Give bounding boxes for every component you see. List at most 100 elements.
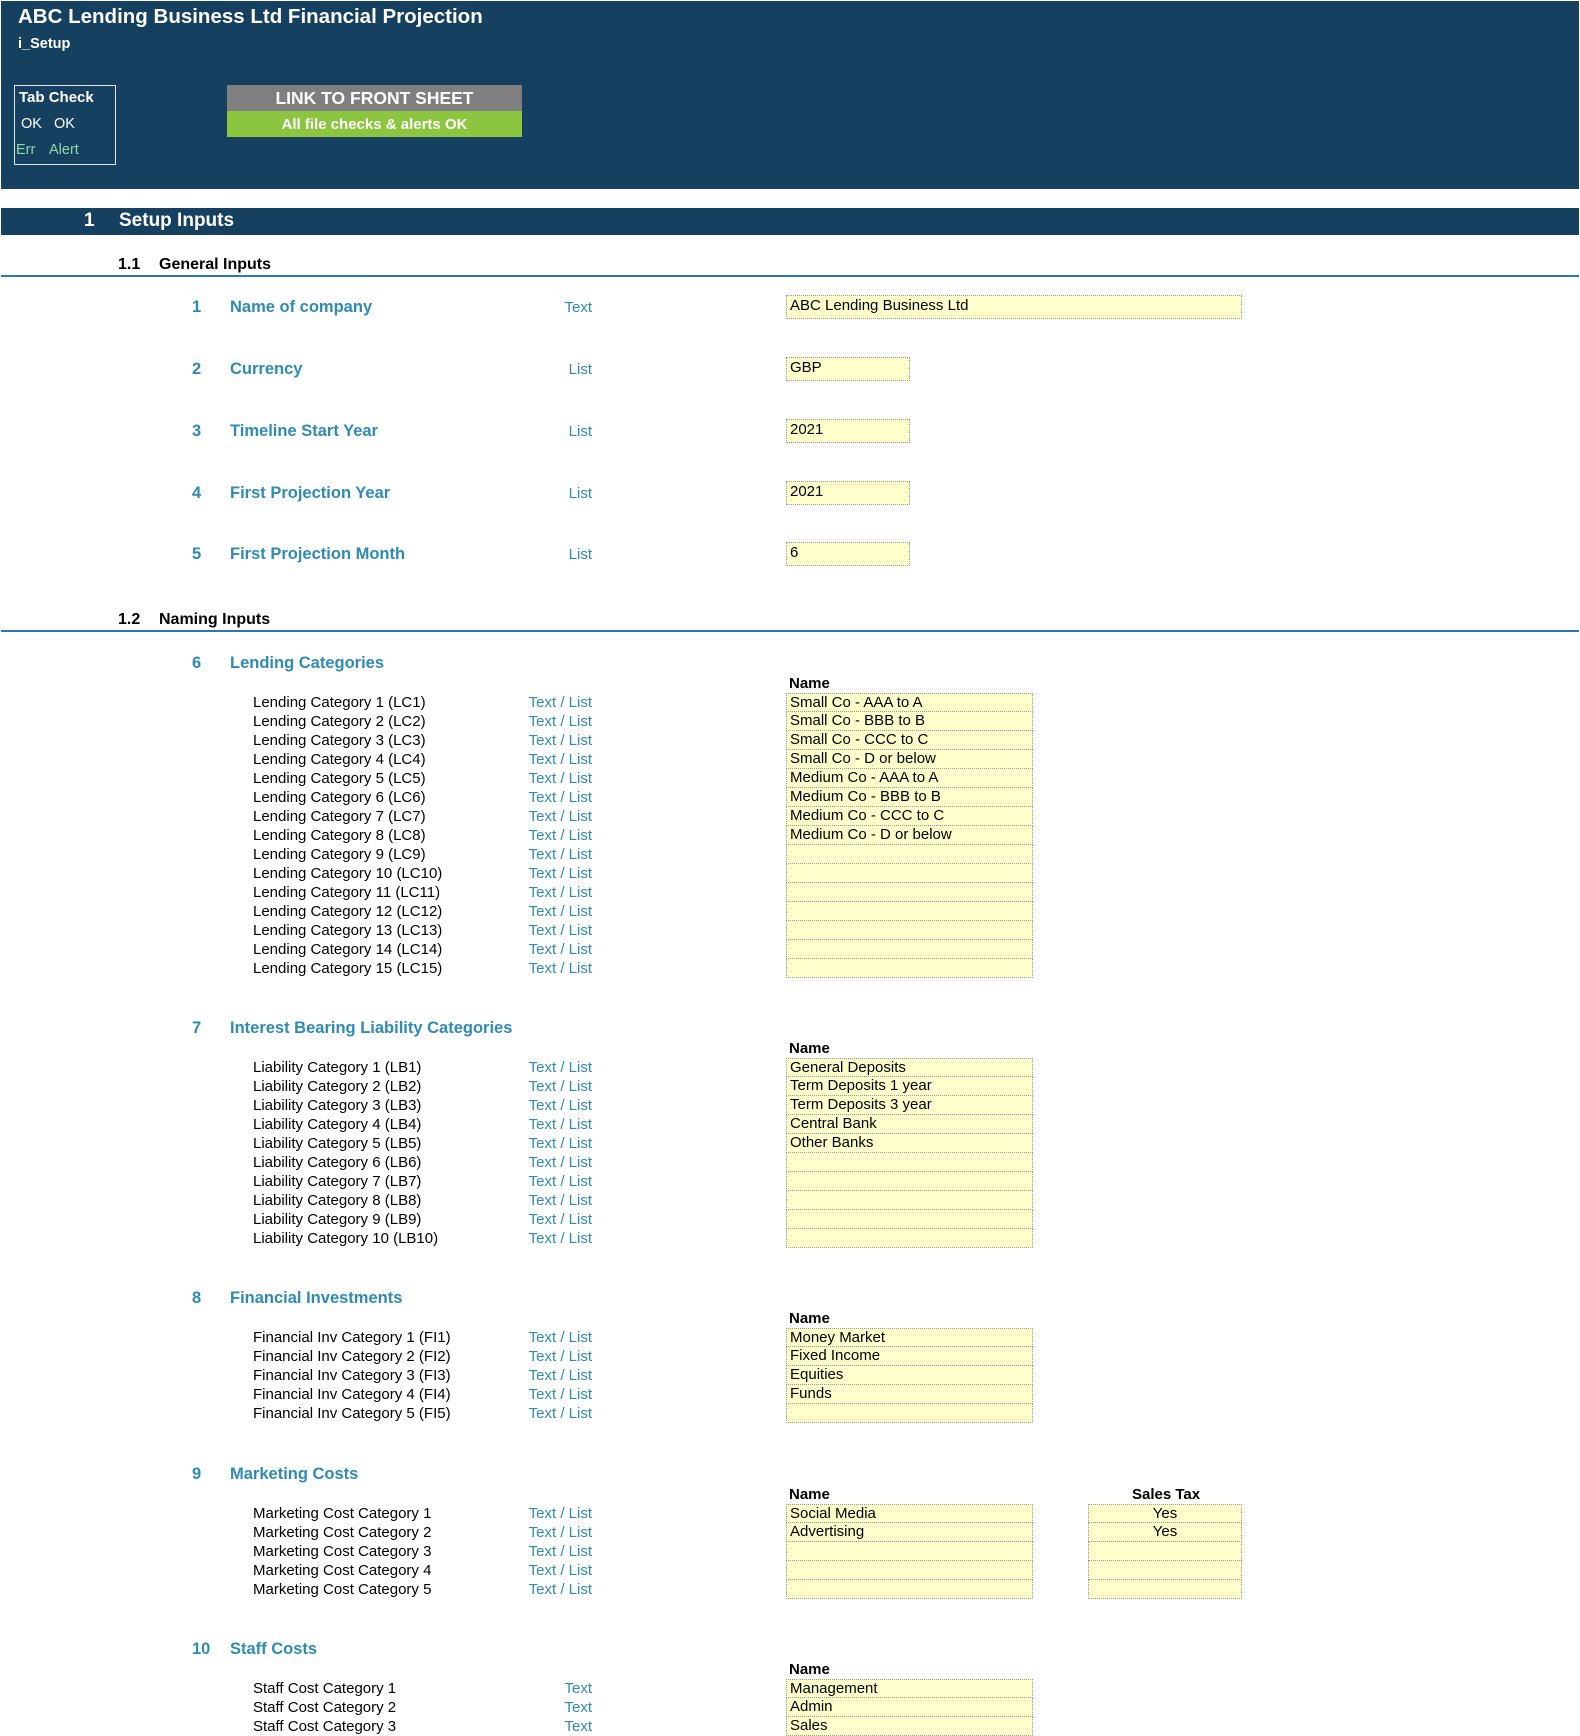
row-input-type: Text / List: [528, 1405, 592, 1422]
name-input-cell[interactable]: [786, 845, 1033, 864]
sales-tax-cell[interactable]: Yes: [1088, 1523, 1242, 1542]
row-label: Liability Category 2 (LB2): [253, 1078, 422, 1095]
row-label: Lending Category 1 (LC1): [253, 694, 426, 711]
name-input-cell[interactable]: [786, 921, 1033, 940]
item-label: Name of company: [230, 298, 373, 316]
row-label: Liability Category 7 (LB7): [253, 1173, 422, 1190]
name-input-cell[interactable]: Medium Co - D or below: [786, 826, 1033, 845]
name-input-cell[interactable]: [786, 1191, 1033, 1210]
name-input-cell[interactable]: Admin: [786, 1698, 1033, 1717]
name-input-cell[interactable]: Management: [786, 1679, 1033, 1698]
link-to-front-sheet-button[interactable]: LINK TO FRONT SHEET: [227, 85, 522, 111]
input-field[interactable]: 6: [786, 542, 910, 566]
tab-check-ok-alert: OK: [54, 116, 75, 132]
row-label: Lending Category 2 (LC2): [253, 713, 426, 730]
row-label: Staff Cost Category 1: [253, 1680, 397, 1697]
sales-tax-cell[interactable]: [1088, 1542, 1242, 1561]
row-input-type: Text / List: [528, 808, 592, 825]
group-title: Financial Investments: [230, 1289, 403, 1307]
item-input-type: List: [568, 485, 592, 502]
row-label: Lending Category 11 (LC11): [253, 884, 441, 901]
row-label: Financial Inv Category 1 (FI1): [253, 1329, 451, 1346]
item-label: First Projection Year: [230, 484, 391, 502]
name-input-cell[interactable]: Small Co - AAA to A: [786, 693, 1033, 712]
name-input-cell[interactable]: Term Deposits 3 year: [786, 1096, 1033, 1115]
name-input-cell[interactable]: [786, 1404, 1033, 1423]
row-input-type: Text / List: [528, 827, 592, 844]
row-input-type: Text / List: [528, 922, 592, 939]
name-input-cell[interactable]: [786, 940, 1033, 959]
item-label: First Projection Month: [230, 545, 406, 563]
name-input-cell[interactable]: [786, 1153, 1033, 1172]
item-input-type: List: [568, 423, 592, 440]
row-input-type: Text / List: [528, 1505, 592, 1522]
column-header-name: Name: [789, 1310, 830, 1327]
row-label: Lending Category 3 (LC3): [253, 732, 426, 749]
name-input-cell[interactable]: Medium Co - BBB to B: [786, 788, 1033, 807]
name-input-cell[interactable]: [786, 1172, 1033, 1191]
tab-check-alert-label: Alert: [49, 142, 79, 158]
name-input-cell[interactable]: Social Media: [786, 1504, 1033, 1523]
row-label: Liability Category 5 (LB5): [253, 1135, 422, 1152]
name-input-cell[interactable]: Advertising: [786, 1523, 1033, 1542]
row-input-type: Text / List: [528, 960, 592, 977]
name-input-cell[interactable]: [786, 1580, 1033, 1599]
row-label: Liability Category 8 (LB8): [253, 1192, 422, 1209]
row-input-type: Text / List: [528, 1329, 592, 1346]
input-field[interactable]: 2021: [786, 481, 910, 505]
group-number: 9: [192, 1465, 202, 1483]
row-input-type: Text / List: [528, 1367, 592, 1384]
page-title: ABC Lending Business Ltd Financial Proje…: [18, 5, 483, 28]
subsection-divider: [1, 275, 1579, 277]
name-input-cell[interactable]: [786, 1210, 1033, 1229]
name-input-cell[interactable]: [786, 1542, 1033, 1561]
row-input-type: Text / List: [528, 789, 592, 806]
item-label: Timeline Start Year: [230, 422, 378, 440]
name-input-cell[interactable]: Medium Co - AAA to A: [786, 769, 1033, 788]
row-input-type: Text / List: [528, 1078, 592, 1095]
item-label: Currency: [230, 360, 303, 378]
sales-tax-cell[interactable]: [1088, 1561, 1242, 1580]
input-field[interactable]: GBP: [786, 357, 910, 381]
section-title: Setup Inputs: [119, 210, 235, 231]
row-label: Marketing Cost Category 5: [253, 1581, 432, 1598]
name-input-cell[interactable]: [786, 864, 1033, 883]
name-input-cell[interactable]: Money Market: [786, 1328, 1033, 1347]
name-input-cell[interactable]: [786, 902, 1033, 921]
name-input-cell[interactable]: [786, 959, 1033, 978]
row-input-type: Text / List: [528, 1562, 592, 1579]
name-input-cell[interactable]: Other Banks: [786, 1134, 1033, 1153]
name-input-cell[interactable]: [786, 883, 1033, 902]
name-input-cell[interactable]: [786, 1561, 1033, 1580]
column-header-name: Name: [789, 1040, 830, 1057]
row-label: Lending Category 6 (LC6): [253, 789, 426, 806]
name-input-cell[interactable]: Equities: [786, 1366, 1033, 1385]
row-label: Lending Category 8 (LC8): [253, 827, 426, 844]
name-input-cell[interactable]: Sales: [786, 1717, 1033, 1736]
name-input-cell[interactable]: Small Co - D or below: [786, 750, 1033, 769]
row-label: Financial Inv Category 4 (FI4): [253, 1386, 451, 1403]
name-input-cell[interactable]: [786, 1229, 1033, 1248]
row-input-type: Text / List: [528, 1154, 592, 1171]
input-field[interactable]: 2021: [786, 419, 910, 443]
tab-check-err-label: Err: [16, 142, 36, 158]
name-input-cell[interactable]: Term Deposits 1 year: [786, 1077, 1033, 1096]
group-number: 10: [192, 1640, 211, 1658]
name-input-cell[interactable]: Small Co - BBB to B: [786, 712, 1033, 731]
sales-tax-cell[interactable]: Yes: [1088, 1504, 1242, 1523]
name-input-cell[interactable]: General Deposits: [786, 1058, 1033, 1077]
name-input-cell[interactable]: Small Co - CCC to C: [786, 731, 1033, 750]
input-field[interactable]: ABC Lending Business Ltd: [786, 295, 1242, 319]
name-input-cell[interactable]: Funds: [786, 1385, 1033, 1404]
name-input-cell[interactable]: Fixed Income: [786, 1347, 1033, 1366]
group-number: 7: [192, 1019, 202, 1037]
row-input-type: Text / List: [528, 1059, 592, 1076]
name-input-cell[interactable]: Central Bank: [786, 1115, 1033, 1134]
group-title: Marketing Costs: [230, 1465, 359, 1483]
section-number: 1: [84, 210, 95, 231]
row-input-type: Text / List: [528, 1543, 592, 1560]
row-label: Lending Category 10 (LC10): [253, 865, 443, 882]
name-input-cell[interactable]: Medium Co - CCC to C: [786, 807, 1033, 826]
row-input-type: Text / List: [528, 1173, 592, 1190]
sales-tax-cell[interactable]: [1088, 1580, 1242, 1599]
